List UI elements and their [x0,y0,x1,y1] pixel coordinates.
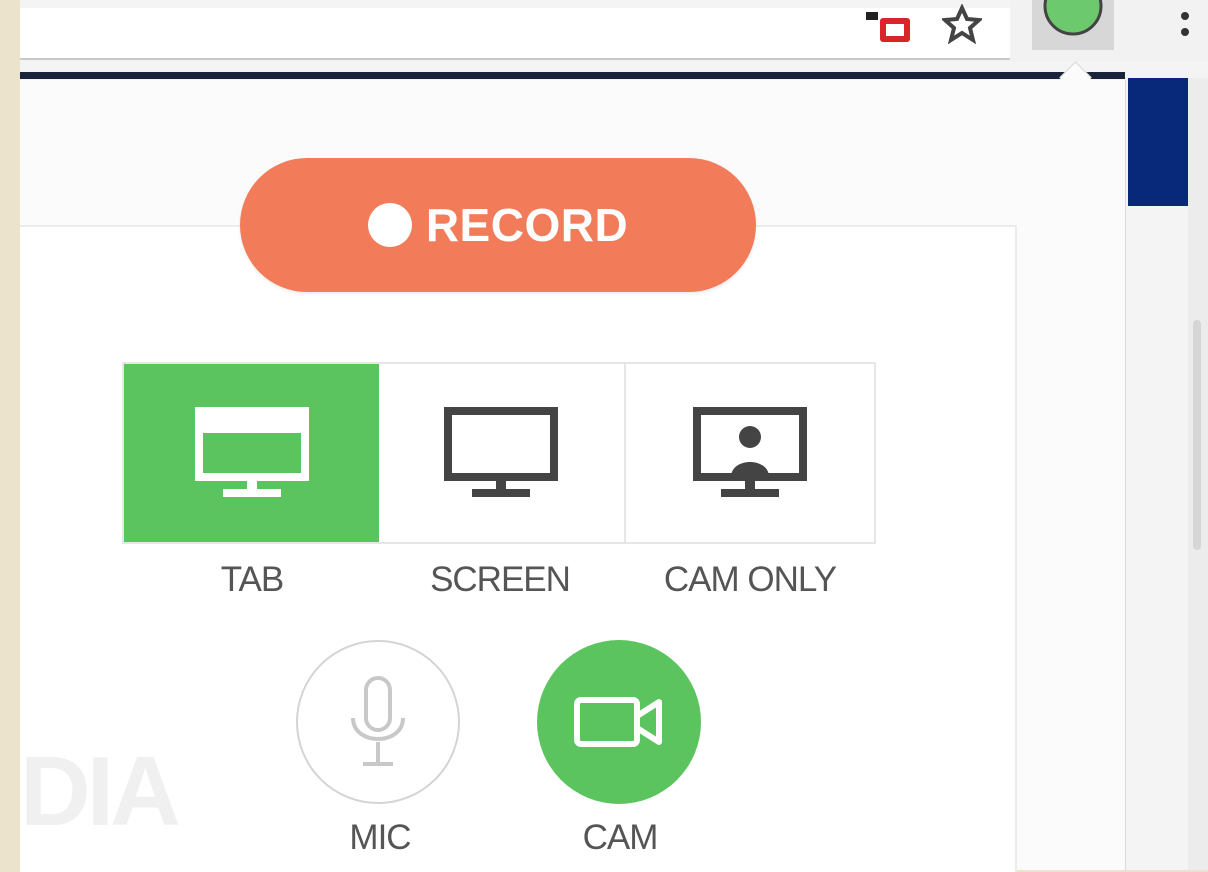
monitor-icon [444,407,559,497]
mode-cam-only-button[interactable] [626,364,874,542]
mode-cam-only-label: CAM ONLY [663,560,837,599]
mode-tab-button[interactable] [124,364,380,542]
watermark-logo: DIA [20,736,181,846]
video-camera-icon [574,697,662,747]
browser-menu-icon[interactable] [1176,8,1194,48]
cam-toggle[interactable] [537,640,701,804]
address-bar[interactable] [20,8,1010,60]
mic-toggle[interactable] [296,640,460,804]
mic-label: MIC [349,818,411,857]
mode-screen-button[interactable] [379,364,626,542]
tab-monitor-icon [194,407,309,497]
microphone-icon [351,676,405,766]
capture-mode-selector [122,362,876,544]
cast-extension-icon[interactable] [864,8,916,44]
record-button[interactable]: RECORD [240,158,756,292]
page-banner [1128,78,1188,206]
mode-tab-label: TAB [220,560,284,599]
record-dot-icon [367,203,412,247]
extension-logo-icon [1043,0,1103,36]
record-label: RECORD [425,199,629,251]
page-header-bar [20,72,1125,79]
monitor-person-icon [692,407,807,497]
mode-screen-label: SCREEN [430,560,571,599]
bookmark-star-icon[interactable] [942,4,982,44]
cam-label: CAM [582,818,659,857]
scrollbar[interactable] [1193,320,1201,550]
